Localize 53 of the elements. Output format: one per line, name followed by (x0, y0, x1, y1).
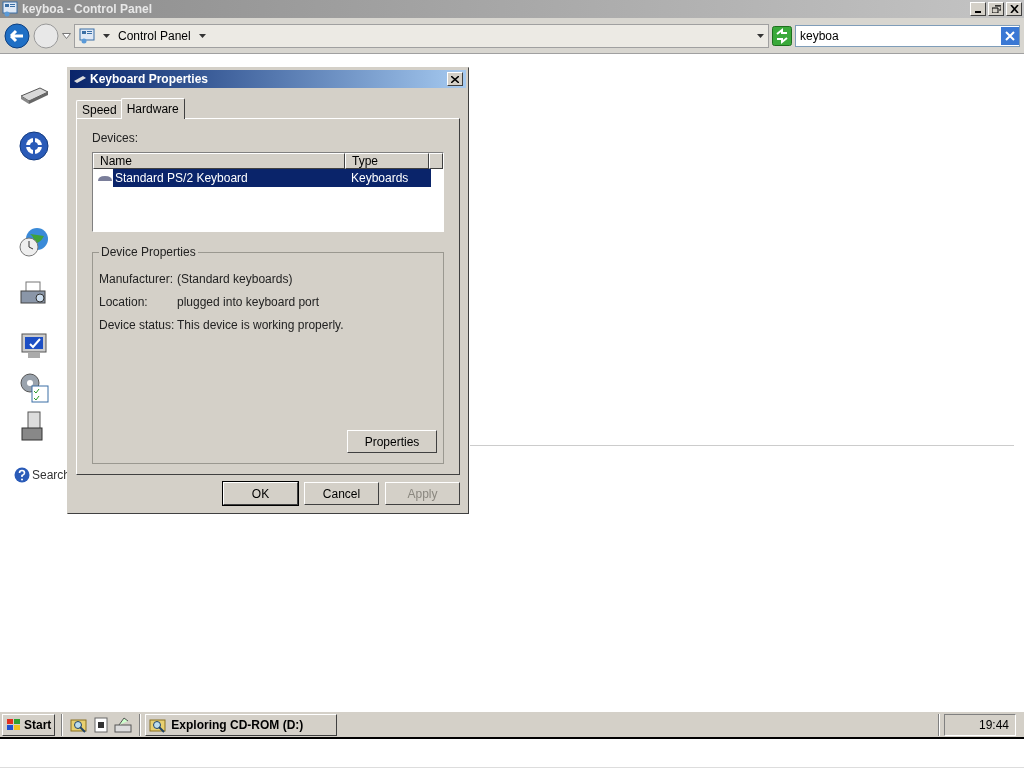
device-type: Keyboards (350, 170, 410, 187)
minimize-button[interactable] (970, 2, 986, 16)
clear-search-button[interactable] (1001, 26, 1019, 45)
property-label: Location: (99, 293, 149, 311)
dialog-title: Keyboard Properties (90, 71, 210, 88)
search-value: keyboa (800, 27, 840, 45)
keyboard-icon (73, 75, 87, 83)
property-value: plugged into keyboard port (177, 293, 320, 311)
group-title: Device Properties (99, 245, 198, 259)
device-name: Standard PS/2 Keyboard (114, 170, 249, 187)
restore-button[interactable] (988, 2, 1004, 16)
close-button[interactable] (1006, 2, 1022, 16)
clock: 19:44 (978, 716, 1009, 734)
control-panel-icon[interactable] (79, 27, 95, 44)
close-icon (1009, 5, 1019, 13)
caret-icon (103, 33, 110, 38)
property-value: (Standard keyboards) (177, 270, 293, 288)
control-panel-icon[interactable] (2, 1, 18, 17)
scanner-icon[interactable] (114, 715, 133, 734)
column-header[interactable]: Type (345, 153, 429, 169)
dialog-close-button[interactable] (447, 72, 463, 86)
property-label: Manufacturer: (99, 270, 175, 288)
accessibility-icon (18, 130, 50, 162)
tab[interactable]: Hardware (120, 98, 185, 119)
taskbar-button[interactable]: Exploring CD-ROM (D:) (145, 713, 338, 736)
close-icon (451, 75, 459, 83)
properties-button[interactable]: Properties (347, 430, 437, 453)
explorer-icon (149, 716, 168, 733)
search-field[interactable]: keyboa (795, 24, 1020, 47)
refresh-button[interactable] (772, 25, 792, 46)
dialog-button[interactable]: Cancel (304, 482, 379, 505)
history-caret-icon[interactable] (62, 32, 71, 39)
restore-icon (991, 5, 1001, 13)
devices-label: Devices: (92, 130, 139, 147)
caret-icon (198, 33, 206, 38)
keyboard-icon (97, 173, 113, 183)
windows-flag-icon (6, 717, 22, 732)
property-label: Device status: (99, 316, 176, 334)
device-row[interactable]: Standard PS/2 Keyboard Keyboards (113, 169, 431, 187)
tab[interactable]: Speed (76, 100, 123, 118)
start-button[interactable]: Start (2, 713, 56, 736)
window-title: keyboa - Control Panel (22, 1, 154, 18)
column-header[interactable]: Name (93, 153, 345, 169)
document-icon[interactable] (94, 715, 109, 734)
property-value: This device is working properly. (177, 316, 344, 334)
dialog-button[interactable]: OK (223, 482, 298, 505)
address-field[interactable]: Control Panel (74, 23, 769, 48)
globe-clock-icon (18, 226, 50, 258)
back-button[interactable] (4, 22, 30, 49)
address-path[interactable]: Control Panel (118, 26, 191, 45)
gear-checklist-icon (18, 372, 50, 404)
address-dropdown-icon (757, 33, 764, 38)
help-icon[interactable] (14, 467, 30, 483)
